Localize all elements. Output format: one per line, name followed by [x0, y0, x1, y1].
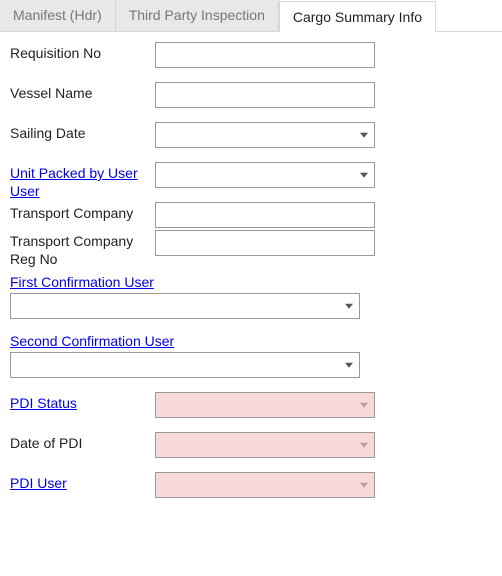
vessel-name-input[interactable] [155, 82, 375, 108]
second-confirmation-user-input[interactable] [10, 352, 360, 378]
date-of-pdi-combo [155, 432, 375, 458]
pdi-status-input [155, 392, 375, 418]
pdi-user-input [155, 472, 375, 498]
tab-third-party-inspection[interactable]: Third Party Inspection [116, 0, 279, 31]
tab-manifest-hdr[interactable]: Manifest (Hdr) [0, 0, 116, 31]
transport-company-label: Transport Company [10, 202, 155, 223]
sailing-date-input[interactable] [155, 122, 375, 148]
unit-packed-by-input[interactable] [155, 162, 375, 188]
date-of-pdi-input [155, 432, 375, 458]
pdi-user-link[interactable]: PDI User [10, 475, 67, 491]
vessel-name-label: Vessel Name [10, 82, 155, 103]
requisition-no-label: Requisition No [10, 42, 155, 63]
unit-packed-by-combo[interactable] [155, 162, 375, 188]
pdi-user-combo [155, 472, 375, 498]
sailing-date-label: Sailing Date [10, 122, 155, 143]
unit-packed-by-user-link[interactable]: Unit Packed by User User [10, 165, 138, 199]
transport-company-input[interactable] [155, 202, 375, 228]
tab-strip: Manifest (Hdr) Third Party Inspection Ca… [0, 0, 502, 32]
first-confirmation-user-input[interactable] [10, 293, 360, 319]
transport-company-reg-no-label: Transport Company Reg No [10, 230, 155, 268]
cargo-summary-form: Requisition No Vessel Name Sailing Date … [0, 32, 502, 522]
pdi-status-link[interactable]: PDI Status [10, 395, 77, 411]
sailing-date-combo[interactable] [155, 122, 375, 148]
pdi-status-combo [155, 392, 375, 418]
transport-company-reg-no-input[interactable] [155, 230, 375, 256]
first-confirmation-user-combo[interactable] [10, 293, 360, 319]
tab-cargo-summary-info[interactable]: Cargo Summary Info [279, 1, 436, 32]
requisition-no-input[interactable] [155, 42, 375, 68]
second-confirmation-user-link[interactable]: Second Confirmation User [10, 333, 174, 349]
first-confirmation-user-link[interactable]: First Confirmation User [10, 274, 154, 290]
date-of-pdi-label: Date of PDI [10, 432, 155, 453]
second-confirmation-user-combo[interactable] [10, 352, 360, 378]
